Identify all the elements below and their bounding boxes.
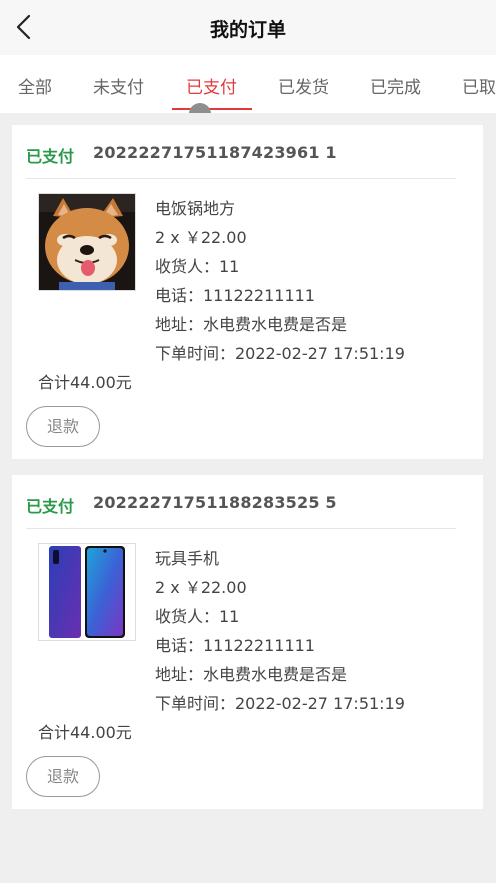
smartphone-photo [39,544,135,640]
tab-all[interactable]: 全部 [18,73,52,98]
tab-cancelled[interactable]: 已取 [462,73,496,98]
tab-shipped[interactable]: 已发货 [278,73,329,98]
phone: 电话：11122211111 [155,286,315,305]
phone: 电话：11122211111 [155,636,315,655]
order-total: 合计44.00元 [38,723,132,742]
shiba-dog-photo [39,194,135,290]
order-status-label: 已支付 [26,497,75,516]
order-card: 已支付 20222271751188283525 5 玩具手机 2 x ￥22.… [12,475,483,809]
quantity-price: 2 x ￥22.00 [155,578,247,597]
order-total: 合计44.00元 [38,373,132,392]
product-name[interactable]: 玩具手机 [155,544,405,573]
refund-button[interactable]: 退款 [26,756,100,797]
receiver: 收货人：11 [155,257,240,276]
tab-completed[interactable]: 已完成 [370,73,421,98]
product-image[interactable] [38,193,136,291]
order-card: 已支付 20222271751187423961 1 电饭锅地方 2 x ￥22… [12,125,483,459]
refund-button[interactable]: 退款 [26,406,100,447]
order-time: 下单时间：2022-02-27 17:51:19 [155,694,405,713]
order-status-label: 已支付 [26,147,75,166]
order-status-tabs: 全部 未支付 已支付 已发货 已完成 已取 [0,55,496,113]
top-nav-bar: 我的订单 [0,0,496,55]
quantity-price: 2 x ￥22.00 [155,228,247,247]
tab-paid[interactable]: 已支付 [186,73,237,98]
tab-unpaid[interactable]: 未支付 [93,73,144,98]
order-time: 下单时间：2022-02-27 17:51:19 [155,344,405,363]
address: 地址：水电费水电费是否是 [155,665,348,684]
page-title: 我的订单 [209,19,286,41]
order-info: 电饭锅地方 2 x ￥22.00 收货人：11 电话：11122211111 地… [155,194,405,368]
address: 地址：水电费水电费是否是 [155,315,348,334]
touch-indicator [189,103,211,113]
divider [26,178,456,179]
active-tab-indicator [172,108,252,110]
order-info: 玩具手机 2 x ￥22.00 收货人：11 电话：11122211111 地址… [155,544,405,718]
order-number: 20222271751187423961 1 [93,143,337,162]
product-image[interactable] [38,543,136,641]
product-name[interactable]: 电饭锅地方 [155,194,405,223]
divider [26,528,456,529]
order-number: 20222271751188283525 5 [93,493,337,512]
receiver: 收货人：11 [155,607,240,626]
